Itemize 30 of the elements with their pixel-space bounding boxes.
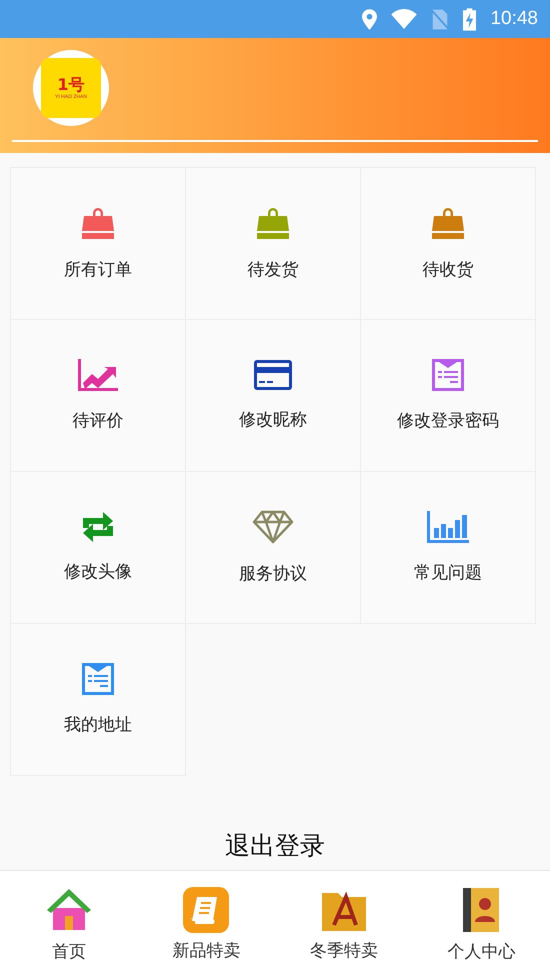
- clock-time: 10:48: [490, 8, 538, 30]
- menu-label: 常见问题: [414, 562, 482, 584]
- menu-item[interactable]: 我的地址: [10, 623, 186, 776]
- logout-button[interactable]: 退出登录: [217, 825, 333, 866]
- battery-charging-icon: [463, 8, 476, 30]
- menu-label: 我的地址: [64, 714, 132, 736]
- nav-label: 新品特卖: [172, 940, 240, 962]
- nav-tab[interactable]: 新品特卖: [138, 871, 275, 977]
- wifi-icon: [391, 9, 418, 29]
- menu-label: 修改登录密码: [397, 410, 499, 432]
- menu-label: 修改头像: [64, 561, 132, 583]
- nav-label: 首页: [52, 940, 86, 962]
- no-sim-icon: [431, 8, 450, 30]
- menu-item[interactable]: 待收货: [360, 167, 536, 320]
- menu-label: 所有订单: [64, 259, 132, 281]
- menu-label: 服务协议: [239, 563, 307, 585]
- menu-label: 待评价: [72, 410, 124, 432]
- nav-label: 个人中心: [447, 940, 516, 962]
- nav-tab[interactable]: 首页: [0, 871, 138, 977]
- menu-label: 待收货: [422, 259, 474, 281]
- nav-tab[interactable]: 冬季特卖: [275, 871, 412, 977]
- menu-label: 修改昵称: [239, 409, 307, 431]
- logo-mark: 1号: [57, 76, 85, 94]
- location-icon: [362, 8, 378, 30]
- nav-tab[interactable]: 个人中心: [412, 871, 550, 977]
- menu-item[interactable]: 常见问题: [360, 471, 536, 624]
- menu-item[interactable]: 所有订单: [10, 167, 186, 320]
- nav-label: 冬季特卖: [310, 940, 378, 962]
- notepad-icon: [183, 886, 230, 932]
- menu-label: 待发货: [248, 259, 298, 281]
